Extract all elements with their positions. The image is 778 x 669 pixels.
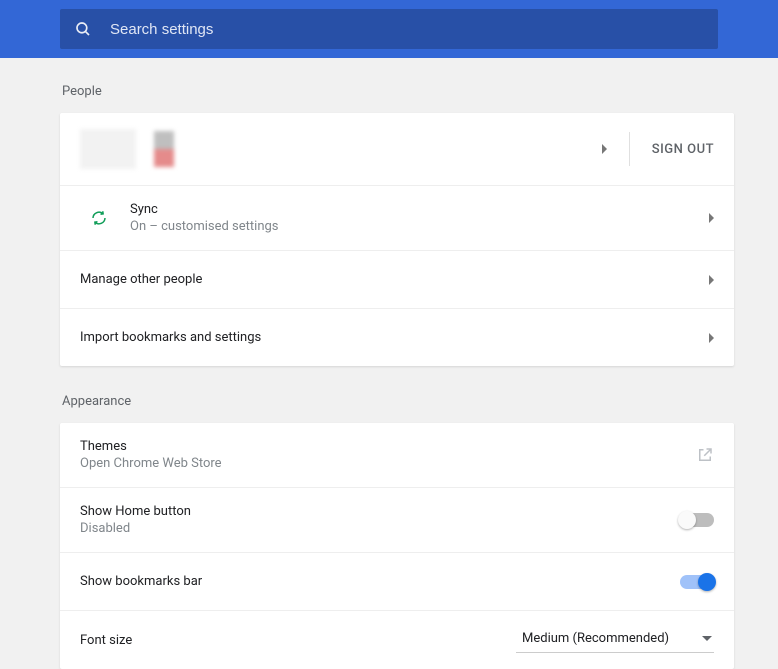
sync-sub: On – customised settings (130, 219, 709, 234)
open-external-icon (696, 446, 714, 464)
show-bookmarks-toggle[interactable] (680, 575, 714, 589)
chevron-right-icon (709, 333, 714, 343)
profile-identity-redacted (80, 129, 174, 169)
sync-row[interactable]: Sync On – customised settings (60, 185, 734, 250)
font-size-select[interactable]: Medium (Recommended) (516, 627, 714, 653)
search-input[interactable] (110, 21, 704, 38)
font-size-row: Font size Medium (Recommended) (60, 610, 734, 669)
section-title-appearance: Appearance (62, 394, 734, 409)
chevron-right-icon[interactable] (602, 144, 607, 154)
chevron-right-icon (709, 213, 714, 223)
themes-sub: Open Chrome Web Store (80, 456, 696, 471)
import-bookmarks-label: Import bookmarks and settings (80, 330, 709, 345)
settings-content: People SIGN OUT Sync On – customised set (0, 58, 778, 669)
chevron-right-icon (709, 275, 714, 285)
profile-row: SIGN OUT (60, 113, 734, 185)
chevron-down-icon (702, 636, 712, 641)
search-icon (74, 20, 92, 38)
people-card: SIGN OUT Sync On – customised settings M… (60, 113, 734, 366)
show-home-title: Show Home button (80, 504, 680, 519)
import-bookmarks-row[interactable]: Import bookmarks and settings (60, 308, 734, 366)
header-bar (0, 0, 778, 58)
themes-row[interactable]: Themes Open Chrome Web Store (60, 423, 734, 487)
section-title-people: People (62, 84, 734, 99)
sign-out-button[interactable]: SIGN OUT (652, 142, 714, 157)
search-field[interactable] (60, 9, 718, 49)
show-home-sub: Disabled (80, 521, 680, 536)
font-size-value: Medium (Recommended) (522, 631, 669, 646)
show-bookmarks-title: Show bookmarks bar (80, 574, 680, 589)
font-size-title: Font size (80, 633, 516, 648)
themes-title: Themes (80, 439, 696, 454)
show-home-row: Show Home button Disabled (60, 487, 734, 552)
show-home-toggle[interactable] (680, 513, 714, 527)
manage-people-row[interactable]: Manage other people (60, 250, 734, 308)
sync-title: Sync (130, 202, 709, 217)
divider (629, 132, 630, 166)
manage-people-label: Manage other people (80, 272, 709, 287)
sync-icon (90, 209, 108, 227)
appearance-card: Themes Open Chrome Web Store Show Home b… (60, 423, 734, 669)
show-bookmarks-row: Show bookmarks bar (60, 552, 734, 610)
